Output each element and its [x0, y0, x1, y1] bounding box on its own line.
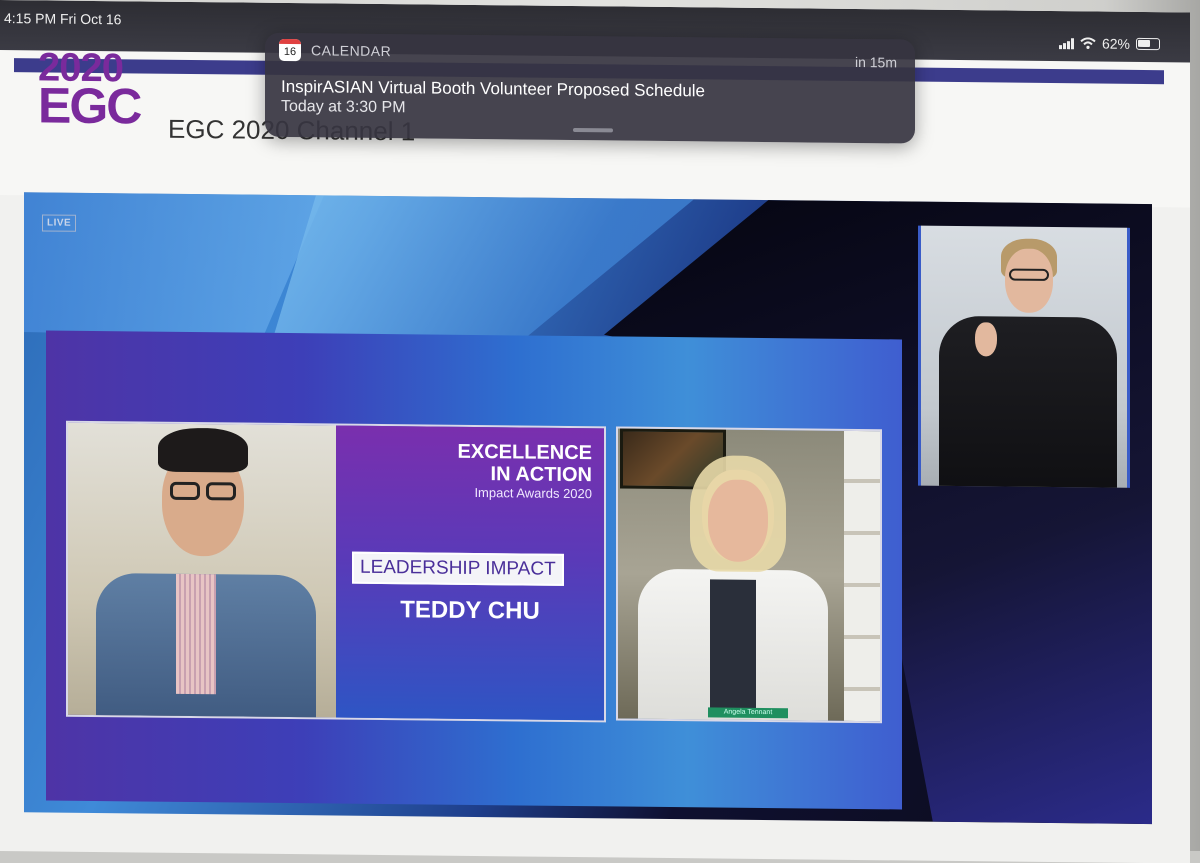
award-card: EXCELLENCE IN ACTION Impact Awards 2020 … [336, 425, 604, 721]
broadcast-panel: EXCELLENCE IN ACTION Impact Awards 2020 … [46, 330, 902, 810]
honoree-name: TEDDY CHU [400, 596, 540, 625]
notification-grabber[interactable] [573, 128, 613, 133]
battery-level [1138, 39, 1150, 48]
signal-icon [1058, 37, 1074, 49]
award-subtitle: Impact Awards 2020 [474, 484, 592, 502]
interpreter-hand [975, 322, 997, 357]
glasses [170, 481, 200, 501]
speaker-shirt [710, 579, 756, 710]
notification-event-time: Today at 3:30 PM [281, 97, 406, 117]
glasses [206, 482, 236, 501]
screen: 2020 EGC EGC 2020 Channel 1 LIVE EXCELLE… [0, 0, 1190, 863]
logo-name: EGC [38, 77, 141, 135]
honoree-photo [68, 422, 336, 718]
status-time: 4:15 PM [4, 10, 57, 27]
award-title-line1: EXCELLENCE [457, 440, 592, 465]
background-shape [24, 192, 324, 335]
honoree-shirt [176, 573, 216, 695]
speaker-name-tag: Angela Tennant [708, 707, 788, 719]
battery-percent: 62% [1101, 35, 1130, 52]
award-category: LEADERSHIP IMPACT [352, 551, 564, 586]
award-title-line2: IN ACTION [490, 463, 592, 487]
status-icons: 62% [1058, 35, 1160, 52]
notification-relative-time: in 15m [854, 53, 897, 71]
speaker-video: Angela Tennant [616, 426, 882, 724]
live-badge: LIVE [42, 214, 77, 232]
wifi-icon [1080, 37, 1096, 49]
award-slide: EXCELLENCE IN ACTION Impact Awards 2020 … [66, 420, 606, 723]
video-player[interactable]: LIVE EXCELLENCE IN ACTION Impact Awards … [24, 192, 1152, 825]
egc-logo[interactable]: 2020 EGC [38, 45, 141, 135]
calendar-icon: 16 [279, 38, 301, 62]
bookshelf [844, 430, 880, 722]
notification-app-name: CALENDAR [311, 42, 392, 60]
speaker-face-front [708, 479, 768, 563]
calendar-notification[interactable]: 16 CALENDAR in 15m InspirASIAN Virtual B… [265, 32, 915, 144]
interpreter-body [939, 315, 1117, 488]
honoree-hair [158, 427, 248, 473]
battery-icon [1136, 37, 1160, 51]
asl-interpreter-video [918, 225, 1130, 488]
glasses [1009, 268, 1049, 281]
status-date: Fri Oct 16 [60, 10, 122, 28]
